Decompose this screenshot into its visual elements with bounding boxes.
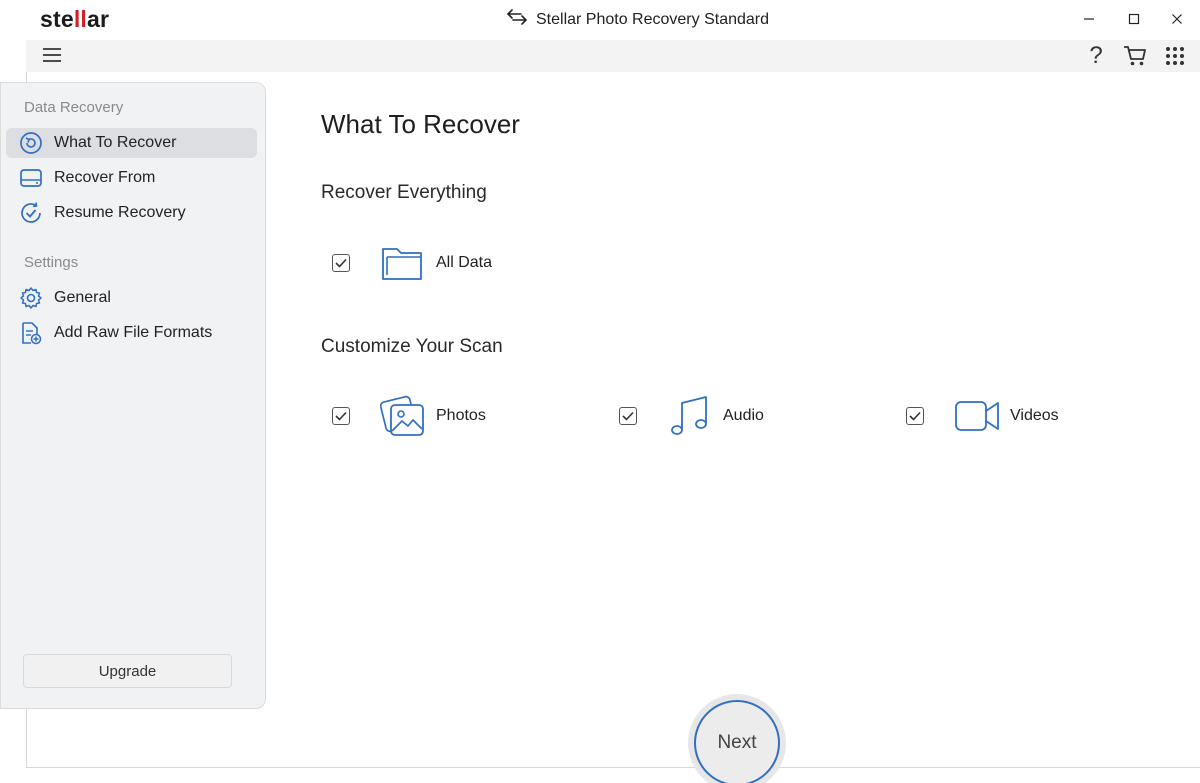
resume-icon bbox=[18, 200, 44, 226]
next-button[interactable]: Next bbox=[694, 700, 780, 783]
check-icon bbox=[909, 411, 921, 421]
section-settings: Settings bbox=[24, 254, 79, 271]
sidebar-item-label: Recover From bbox=[54, 169, 156, 186]
folder-icon bbox=[380, 240, 426, 286]
sidebar-item-general[interactable]: General bbox=[6, 283, 257, 313]
audio-option[interactable]: Audio bbox=[619, 393, 764, 439]
sidebar-item-label: Resume Recovery bbox=[54, 204, 186, 221]
window-title: Stellar Photo Recovery Standard bbox=[536, 10, 770, 28]
sidebar: Data Recovery What To Recover Recover Fr… bbox=[0, 82, 266, 709]
check-icon bbox=[335, 411, 347, 421]
photos-option[interactable]: Photos bbox=[332, 393, 486, 439]
recover-everything-heading: Recover Everything bbox=[321, 182, 487, 203]
videos-option[interactable]: Videos bbox=[906, 393, 1059, 439]
music-icon bbox=[667, 393, 713, 439]
sidebar-item-recover-from[interactable]: Recover From bbox=[6, 163, 257, 193]
grid-icon bbox=[1166, 47, 1184, 65]
sidebar-item-label: Add Raw File Formats bbox=[54, 324, 213, 341]
close-button[interactable] bbox=[1166, 8, 1188, 30]
close-icon bbox=[1172, 14, 1182, 24]
check-icon bbox=[335, 258, 347, 268]
videos-checkbox[interactable] bbox=[906, 407, 924, 425]
video-icon bbox=[954, 393, 1000, 439]
customize-scan-heading: Customize Your Scan bbox=[321, 336, 503, 357]
title-bar: stellar Stellar Photo Recovery Standard bbox=[0, 0, 1200, 40]
apps-button[interactable] bbox=[1163, 44, 1187, 68]
hamburger-icon bbox=[43, 48, 61, 62]
menu-button[interactable] bbox=[42, 45, 62, 65]
audio-checkbox[interactable] bbox=[619, 407, 637, 425]
videos-label: Videos bbox=[1010, 407, 1059, 424]
maximize-button[interactable] bbox=[1123, 8, 1145, 30]
window-title-group: Stellar Photo Recovery Standard bbox=[506, 9, 769, 30]
sidebar-item-add-raw-file-formats[interactable]: Add Raw File Formats bbox=[6, 318, 257, 348]
stellar-logo: stellar bbox=[40, 6, 110, 32]
photos-icon bbox=[380, 393, 426, 439]
sidebar-item-label: What To Recover bbox=[54, 134, 177, 151]
photos-checkbox[interactable] bbox=[332, 407, 350, 425]
cart-icon bbox=[1124, 46, 1146, 66]
back-arrow-icon[interactable] bbox=[506, 9, 528, 30]
all-data-label: All Data bbox=[436, 254, 493, 271]
page-title: What To Recover bbox=[321, 109, 520, 139]
help-icon: ? bbox=[1089, 42, 1103, 69]
add-file-icon bbox=[18, 320, 44, 346]
minimize-icon bbox=[1084, 18, 1094, 20]
cart-button[interactable] bbox=[1123, 44, 1147, 68]
check-icon bbox=[622, 411, 634, 421]
next-button-wrap: Next bbox=[688, 694, 786, 783]
section-data-recovery: Data Recovery bbox=[24, 99, 124, 116]
upgrade-button[interactable]: Upgrade bbox=[23, 654, 232, 688]
sidebar-item-what-to-recover[interactable]: What To Recover bbox=[6, 128, 257, 158]
photos-label: Photos bbox=[436, 407, 486, 424]
restore-icon bbox=[18, 130, 44, 156]
gear-icon bbox=[18, 285, 44, 311]
sidebar-item-resume-recovery[interactable]: Resume Recovery bbox=[6, 198, 257, 228]
drive-icon bbox=[18, 165, 44, 191]
all-data-checkbox[interactable] bbox=[332, 254, 350, 272]
sidebar-item-label: General bbox=[54, 289, 111, 306]
maximize-icon bbox=[1128, 13, 1140, 25]
toolbar bbox=[26, 40, 1200, 72]
minimize-button[interactable] bbox=[1078, 8, 1100, 30]
help-button[interactable]: ? bbox=[1084, 42, 1108, 69]
all-data-option[interactable]: All Data bbox=[332, 240, 492, 286]
audio-label: Audio bbox=[723, 407, 764, 424]
